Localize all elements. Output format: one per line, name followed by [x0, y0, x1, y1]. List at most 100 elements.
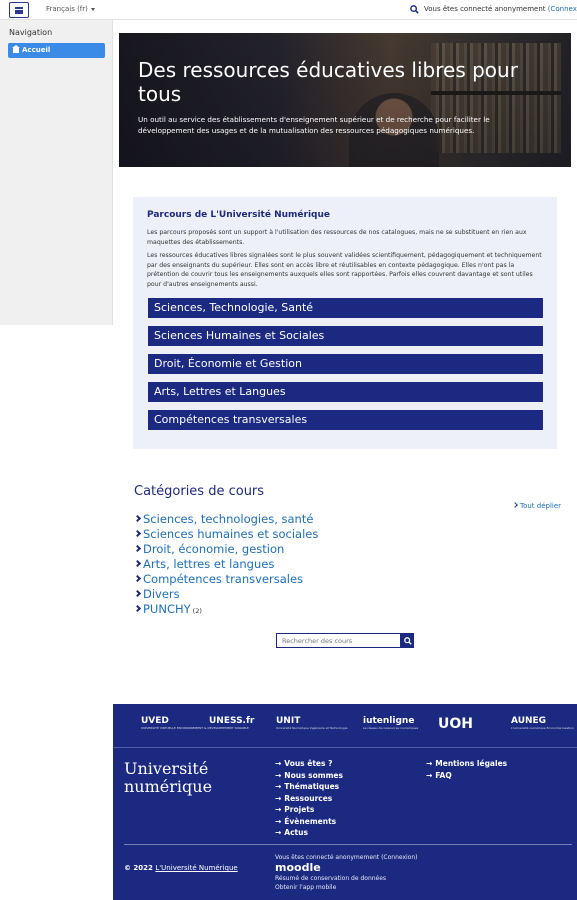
hamburger-icon: [15, 6, 23, 14]
category-link[interactable]: Divers: [133, 587, 180, 601]
logo-sub: Le réseau de ressources numériques: [363, 726, 419, 730]
footer-link-thematiques[interactable]: → Thématiques: [275, 781, 343, 793]
arrow-right-icon: →: [275, 828, 282, 837]
chevron-right-icon: [133, 544, 142, 553]
category-label: Compétences transversales: [143, 572, 304, 586]
arrow-right-icon: →: [426, 759, 433, 768]
course-search-input[interactable]: [276, 633, 401, 648]
arrow-right-icon: →: [275, 793, 282, 803]
category-link[interactable]: Sciences, technologies, santé: [133, 512, 314, 526]
footer-link-projets[interactable]: → Projets: [275, 804, 343, 816]
footer-link-label: Thématiques: [284, 782, 340, 791]
sidebar-item-home[interactable]: Accueil: [8, 43, 105, 58]
category-label: PUNCHY: [143, 602, 191, 616]
home-icon: [12, 45, 20, 53]
category-link[interactable]: PUNCHY (2): [133, 602, 202, 616]
chevron-right-icon: [512, 502, 518, 508]
category-label: Sciences humaines et sociales: [143, 527, 319, 541]
uoh-logo[interactable]: UOH: [438, 716, 473, 732]
hero-subtitle: Un outil au service des établissements d…: [138, 115, 490, 135]
logo-label: AUNEG: [511, 716, 547, 726]
arrow-right-icon: →: [275, 759, 282, 768]
logo-label: UVED: [141, 716, 169, 726]
category-link[interactable]: Arts, lettres et langues: [133, 557, 275, 571]
menu-toggle-button[interactable]: [9, 2, 29, 18]
footer: UVED UNIVERSITÉ VIRTUELLE ENVIRONNEMENT &…: [113, 704, 577, 900]
footer-link-ressources[interactable]: → Ressources: [275, 793, 343, 805]
language-label: Français (fr): [46, 5, 88, 13]
copyright-link[interactable]: L'Université Numérique: [155, 864, 237, 872]
footer-link-actus[interactable]: → Actus: [275, 827, 343, 839]
category-label: Arts, lettres et langues: [143, 557, 275, 571]
logo-label: UNESS.fr: [209, 716, 255, 726]
footer-links-main: → Vous êtes ? → Nous sommes → Thématiques →…: [275, 758, 343, 839]
parcours-button-sciences-humaines[interactable]: Sciences Humaines et Sociales: [148, 326, 543, 346]
parcours-button-arts-lettres[interactable]: Arts, Lettres et Langues: [148, 382, 543, 402]
hero-title: Des ressources éducatives libres pour to…: [138, 58, 518, 106]
arrow-right-icon: →: [275, 770, 282, 780]
footer-link-faq[interactable]: → FAQ: [426, 770, 507, 782]
sidebar-title: Navigation: [9, 28, 53, 37]
category-link[interactable]: Sciences humaines et sociales: [133, 527, 319, 541]
footer-link-label: Projets: [284, 805, 315, 814]
footer-link-evenements[interactable]: → Évènements: [275, 816, 343, 828]
top-navbar: Français (fr) Vous êtes connecté anonyme…: [0, 0, 577, 20]
footer-link-vous-etes[interactable]: → Vous êtes ?: [275, 758, 343, 770]
parcours-intro: Les parcours proposés sont un support à …: [147, 229, 527, 246]
arrow-right-icon: →: [426, 770, 433, 780]
category-link[interactable]: Compétences transversales: [133, 572, 304, 586]
auneg-logo[interactable]: AUNEG L'université numérique Économie Ges…: [511, 716, 574, 730]
parcours-description: Les ressources éducatives libres signalé…: [147, 252, 542, 288]
footer-link-mentions-legales[interactable]: → Mentions légales: [426, 758, 507, 770]
category-link[interactable]: Droit, économie, gestion: [133, 542, 285, 556]
course-categories-title: Catégories de cours: [134, 484, 265, 499]
login-link[interactable]: (Connexion): [548, 5, 577, 13]
footer-link-label: Mentions légales: [435, 759, 508, 768]
uness-logo[interactable]: UNESS.fr: [209, 716, 254, 726]
course-search-button[interactable]: [401, 633, 414, 648]
footer-bottom-info: Vous êtes connecté anonymement (Connexio…: [275, 853, 418, 892]
copyright-year: © 2022: [124, 864, 153, 872]
arrow-right-icon: →: [275, 805, 282, 814]
parcours-title: Parcours de L'Université Numérique: [147, 210, 330, 220]
logo-label: UNIT: [276, 716, 301, 726]
logo-sub: UNIVERSITÉ VIRTUELLE ENVIRONNEMENT & DÉV…: [141, 726, 249, 730]
expand-all-link[interactable]: Tout déplier: [512, 502, 561, 510]
chevron-right-icon: [133, 514, 142, 523]
footer-links-secondary: → Mentions légales → FAQ: [426, 758, 507, 781]
copyright: © 2022 L'Université Numérique: [124, 864, 238, 872]
footer-link-label: Évènements: [284, 816, 337, 826]
category-label: Sciences, technologies, santé: [143, 512, 314, 526]
caret-down-icon: [90, 7, 95, 11]
category-label: Droit, économie, gestion: [143, 542, 285, 556]
brand-line-2: numérique: [124, 777, 213, 796]
chevron-right-icon: [133, 559, 142, 568]
moodle-logo[interactable]: moodle: [275, 862, 418, 874]
search-icon: [403, 636, 412, 645]
parcours-button-droit-economie[interactable]: Droit, Économie et Gestion: [148, 354, 543, 374]
logo-label: UOH: [438, 716, 473, 732]
parcours-button-competences[interactable]: Compétences transversales: [148, 410, 543, 430]
footer-divider: [124, 844, 572, 845]
parcours-section: Parcours de L'Université Numérique Les p…: [133, 197, 557, 449]
chevron-right-icon: [133, 529, 142, 538]
login-info: Vous êtes connecté anonymement (Connexio…: [424, 5, 577, 13]
chevron-right-icon: [133, 574, 142, 583]
search-icon[interactable]: [410, 5, 419, 14]
sidebar: Navigation Accueil: [0, 20, 113, 325]
footer-link-label: Nous sommes: [284, 770, 343, 780]
unit-logo[interactable]: UNIT Université Numérique Ingénierie et T…: [276, 716, 347, 730]
iutenligne-logo[interactable]: iutenligne Le réseau de ressources numéri…: [363, 716, 418, 730]
universite-numerique-logo[interactable]: Université numérique: [124, 760, 212, 796]
language-selector[interactable]: Français (fr): [46, 5, 95, 13]
chevron-right-icon: [133, 589, 142, 598]
category-count: (2): [192, 607, 202, 615]
data-retention-link[interactable]: Résumé de conservation de données: [275, 874, 418, 883]
footer-link-nous-sommes[interactable]: → Nous sommes: [275, 770, 343, 782]
mobile-app-link[interactable]: Obtenir l'app mobile: [275, 883, 418, 892]
chevron-right-icon: [133, 604, 142, 613]
parcours-button-sciences-technologie-sante[interactable]: Sciences, Technologie, Santé: [148, 298, 543, 318]
login-status-text: Vous êtes connecté anonymement: [424, 5, 546, 13]
sidebar-item-label: Accueil: [22, 46, 51, 54]
footer-link-label: Vous êtes ?: [284, 759, 333, 768]
